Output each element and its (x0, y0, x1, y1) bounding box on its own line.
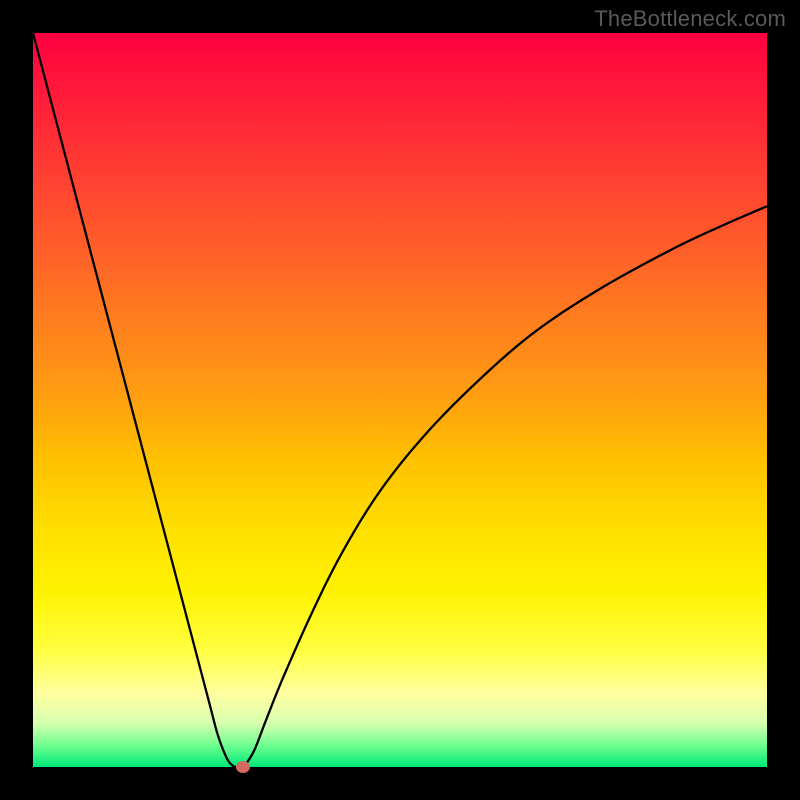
optimal-point-marker (236, 761, 250, 773)
watermark-label: TheBottleneck.com (594, 6, 786, 32)
gradient-plot-area (33, 33, 767, 767)
chart-stage: TheBottleneck.com (0, 0, 800, 800)
